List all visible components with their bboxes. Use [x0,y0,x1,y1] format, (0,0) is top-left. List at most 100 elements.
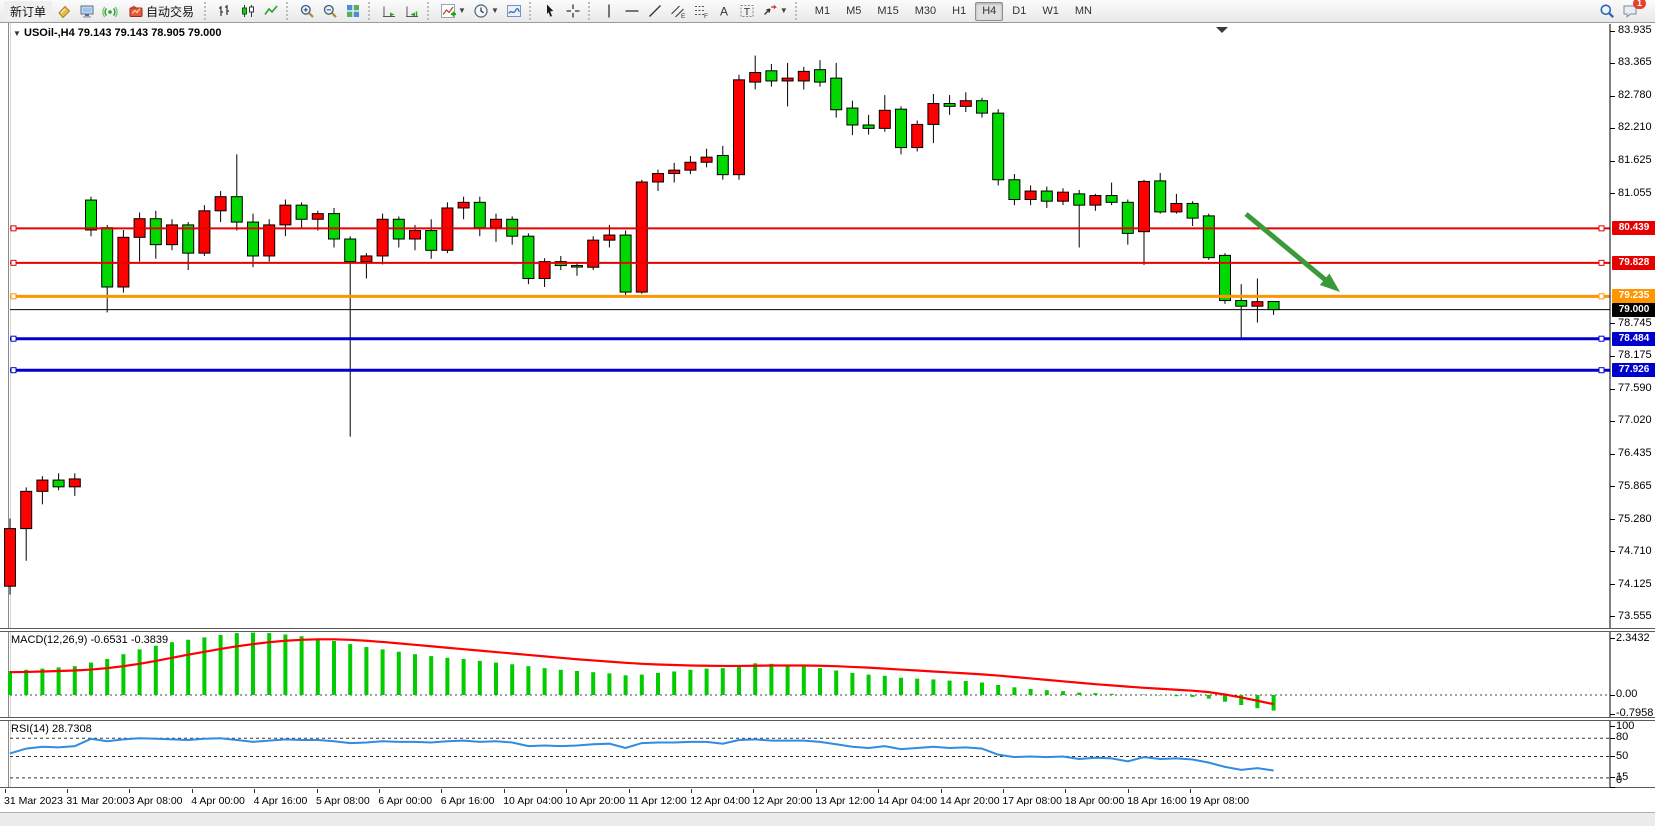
price-badge-79.828: 79.828 [1612,256,1655,270]
rsi-tick-label: 0 [1616,774,1622,786]
time-label: 18 Apr 16:00 [1127,795,1187,807]
time-axis[interactable]: 31 Mar 202331 Mar 20:003 Apr 08:004 Apr … [0,789,1655,812]
timeframe-button-m1[interactable]: M1 [808,2,837,21]
channel-button[interactable]: E [667,1,689,21]
time-axis-tick [566,789,567,793]
macd-pane[interactable] [0,632,1655,717]
axis-tick [1610,551,1615,552]
signal-icon [102,3,118,19]
arrows-button[interactable]: ▼ [759,1,791,21]
time-label: 4 Apr 00:00 [191,795,245,807]
notifications-button[interactable]: 1 [1619,1,1641,21]
svg-text:E: E [681,13,686,19]
bar-chart-icon [217,3,233,19]
price-chart-pane[interactable] [0,24,1655,628]
price-badge-79.000: 79.000 [1612,303,1655,317]
time-label: 10 Apr 04:00 [503,795,563,807]
periods-button[interactable]: ▼ [470,1,502,21]
price-tick-label: 77.020 [1618,414,1652,426]
timeframe-button-m30[interactable]: M30 [908,2,943,21]
timeframe-button-m5[interactable]: M5 [839,2,868,21]
zoom-out-button[interactable] [319,1,341,21]
search-button[interactable] [1596,1,1618,21]
time-label: 31 Mar 20:00 [66,795,128,807]
timeframe-button-h4[interactable]: H4 [975,2,1003,21]
axis-tick [1610,96,1615,97]
zoom-out-icon [322,3,338,19]
fibonacci-button[interactable]: F [690,1,712,21]
chart-bars-button[interactable] [214,1,236,21]
chart-line-button[interactable] [260,1,282,21]
label-button[interactable]: T [736,1,758,21]
timeframe-button-m15[interactable]: M15 [870,2,905,21]
terminal-button[interactable] [76,1,98,21]
channel-icon: E [670,3,686,19]
order-tag-button[interactable] [53,1,75,21]
price-tick-label: 81.625 [1618,154,1652,166]
axis-tick [1610,389,1615,390]
price-tick-label: 82.780 [1618,89,1652,101]
chart-title: USOil-,H4 79.143 79.143 78.905 79.000 [24,27,222,39]
timeframe-button-w1[interactable]: W1 [1035,2,1066,21]
timeframe-button-mn[interactable]: MN [1068,2,1099,21]
notification-badge: 1 [1633,0,1646,9]
terminal-icon [79,3,95,19]
chart-candles-button[interactable] [237,1,259,21]
axis-tick [1610,756,1615,757]
timeframe-button-h1[interactable]: H1 [945,2,973,21]
chevron-down-icon: ▼ [780,7,788,15]
signal-button[interactable] [99,1,121,21]
time-label: 13 Apr 12:00 [815,795,875,807]
autoscroll-button[interactable] [378,1,400,21]
toolbar-separator [588,2,593,20]
chart-dropdown-arrow-icon[interactable]: ▼ [13,29,21,38]
time-axis-tick [192,789,193,793]
trendline-button[interactable] [644,1,666,21]
axis-tick [1610,777,1615,778]
tile-windows-button[interactable] [342,1,364,21]
svg-text:A: A [720,5,728,19]
axis-tick [1610,726,1615,727]
axis-tick [1610,695,1615,696]
time-axis-tick [379,789,380,793]
new-order-button[interactable]: 新订单 [4,1,52,21]
text-button[interactable]: A [713,1,735,21]
price-tick-label: 75.280 [1618,513,1652,525]
price-tick-label: 74.710 [1618,545,1652,557]
timeframe-button-d1[interactable]: D1 [1005,2,1033,21]
horizontal-line-button[interactable] [621,1,643,21]
crosshair-button[interactable] [562,1,584,21]
templates-button[interactable] [503,1,525,21]
autotrade-label: 自动交易 [146,3,194,20]
price-badge-78.484: 78.484 [1612,332,1655,346]
time-label: 10 Apr 20:00 [566,795,626,807]
time-axis-tick [691,789,692,793]
axis-tick [1610,356,1615,357]
axis-tick [1610,193,1615,194]
zoom-in-button[interactable] [296,1,318,21]
template-icon [506,3,522,19]
crosshair-icon [565,3,581,19]
rsi-pane[interactable] [0,721,1655,787]
cursor-button[interactable] [539,1,561,21]
toolbar-separator [427,2,432,20]
time-axis-tick [629,789,630,793]
axis-tick [1610,63,1615,64]
price-badge-77.926: 77.926 [1612,363,1655,377]
price-tick-label: 78.175 [1618,349,1652,361]
toolbar-separator [286,2,291,20]
chart-shift-button[interactable] [401,1,423,21]
indicators-button[interactable]: ▼ [437,1,469,21]
axis-tick [1610,161,1615,162]
vertical-line-button[interactable] [598,1,620,21]
text-icon: A [716,3,732,19]
time-axis-tick [878,789,879,793]
time-axis-tick [5,789,6,793]
price-tick-label: 83.365 [1618,56,1652,68]
axis-tick [1610,714,1615,715]
price-badge-79.235: 79.235 [1612,289,1655,303]
zoom-in-icon [299,3,315,19]
rsi-tick-label: 50 [1616,750,1628,762]
price-tick-label: 81.055 [1618,187,1652,199]
autotrade-button[interactable]: 自动交易 [122,1,200,21]
